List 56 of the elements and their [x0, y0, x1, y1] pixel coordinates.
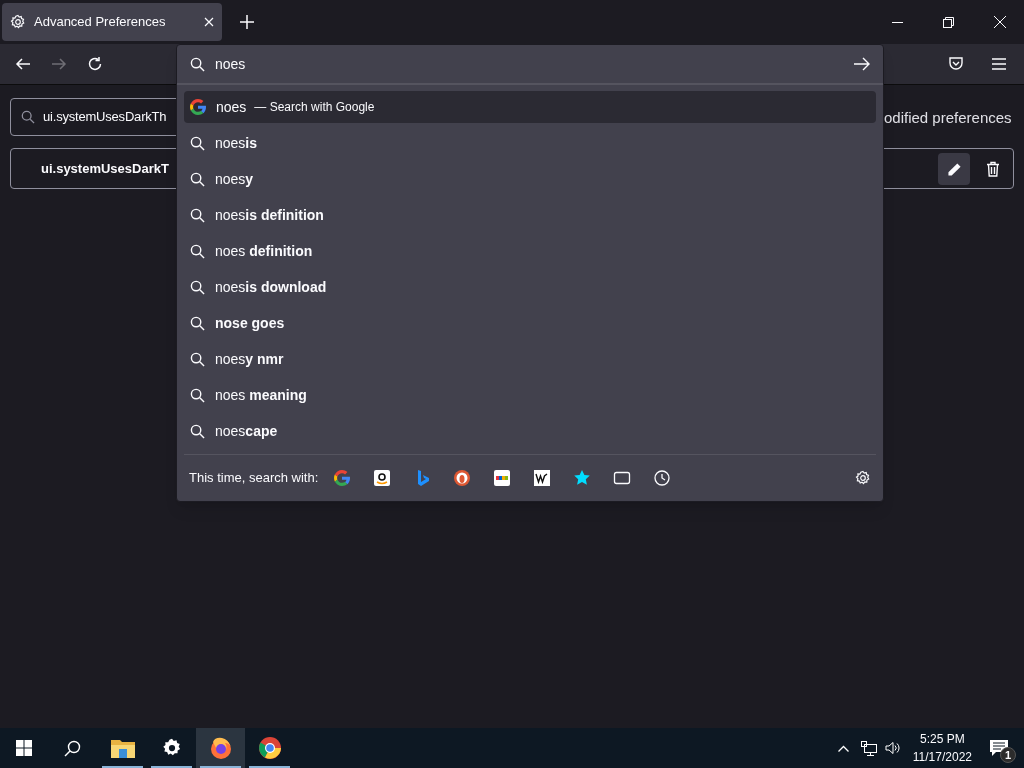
address-text: noes — [215, 54, 247, 74]
back-icon[interactable] — [15, 56, 31, 72]
search-icon — [21, 110, 35, 124]
g-logo-icon — [190, 99, 206, 115]
edit-button[interactable] — [938, 153, 970, 185]
suggestion-item[interactable]: noesis download — [184, 271, 876, 303]
checkbox-label[interactable]: odified preferences — [884, 107, 1012, 130]
suggestion-item[interactable]: noes — Search with Google — [184, 91, 876, 123]
reload-icon[interactable] — [87, 56, 103, 72]
search-icon — [190, 207, 205, 223]
search-icon — [190, 315, 205, 331]
notification-badge: 1 — [1000, 747, 1016, 763]
suggestion-item[interactable]: noesy — [184, 163, 876, 195]
search-icon — [190, 351, 205, 367]
trash-icon — [986, 161, 1000, 177]
gear-icon — [10, 14, 26, 30]
preference-name: ui.systemUsesDarkT — [41, 160, 169, 178]
search-icon — [190, 135, 205, 151]
taskbar-app[interactable] — [196, 728, 245, 768]
restore-icon[interactable] — [943, 16, 954, 28]
suggestion-item[interactable]: noesy nmr — [184, 343, 876, 375]
search-icon — [190, 423, 205, 439]
suggestion-item[interactable]: noesis definition — [184, 199, 876, 231]
chrome-logo-icon — [257, 736, 282, 760]
clock-date[interactable]: 11/17/2022 — [912, 748, 972, 766]
search-icon — [190, 56, 205, 72]
new-tab-icon[interactable] — [240, 15, 254, 29]
windows-start-icon[interactable] — [16, 740, 32, 756]
close-icon[interactable] — [994, 16, 1006, 28]
search-text: ui.systemUsesDarkTh — [43, 108, 167, 127]
close-icon[interactable] — [204, 17, 214, 27]
clock-time[interactable]: 5:25 PM — [920, 730, 965, 748]
menu-icon[interactable] — [992, 58, 1006, 70]
fox-globe-icon — [208, 736, 233, 760]
search-icon — [190, 171, 205, 187]
settings-icon[interactable] — [855, 470, 871, 486]
gear-icon — [161, 738, 182, 758]
pocket-icon[interactable] — [948, 56, 964, 72]
volume-icon[interactable] — [884, 741, 901, 755]
chevron-up-icon[interactable] — [837, 744, 849, 752]
pencil-icon — [946, 161, 962, 177]
search-icon — [190, 243, 205, 259]
browser-tab[interactable]: Advanced Preferences — [2, 3, 222, 41]
search-icon — [190, 387, 205, 403]
suggestion-item[interactable]: noes meaning — [184, 379, 876, 411]
tab-title: Advanced Preferences — [34, 13, 167, 32]
network-icon[interactable] — [860, 740, 877, 756]
search-icon[interactable] — [63, 739, 81, 757]
forward-icon[interactable] — [51, 56, 67, 72]
suggestion-item[interactable]: nose goes — [184, 307, 876, 339]
suggestion-item[interactable]: noes definition — [184, 235, 876, 267]
go-arrow-icon[interactable] — [854, 57, 870, 71]
search-icon — [190, 279, 205, 295]
suggestion-item[interactable]: noescape — [184, 415, 876, 447]
folder-icon — [110, 738, 135, 758]
search-with-label: This time, search with: — [189, 469, 319, 488]
